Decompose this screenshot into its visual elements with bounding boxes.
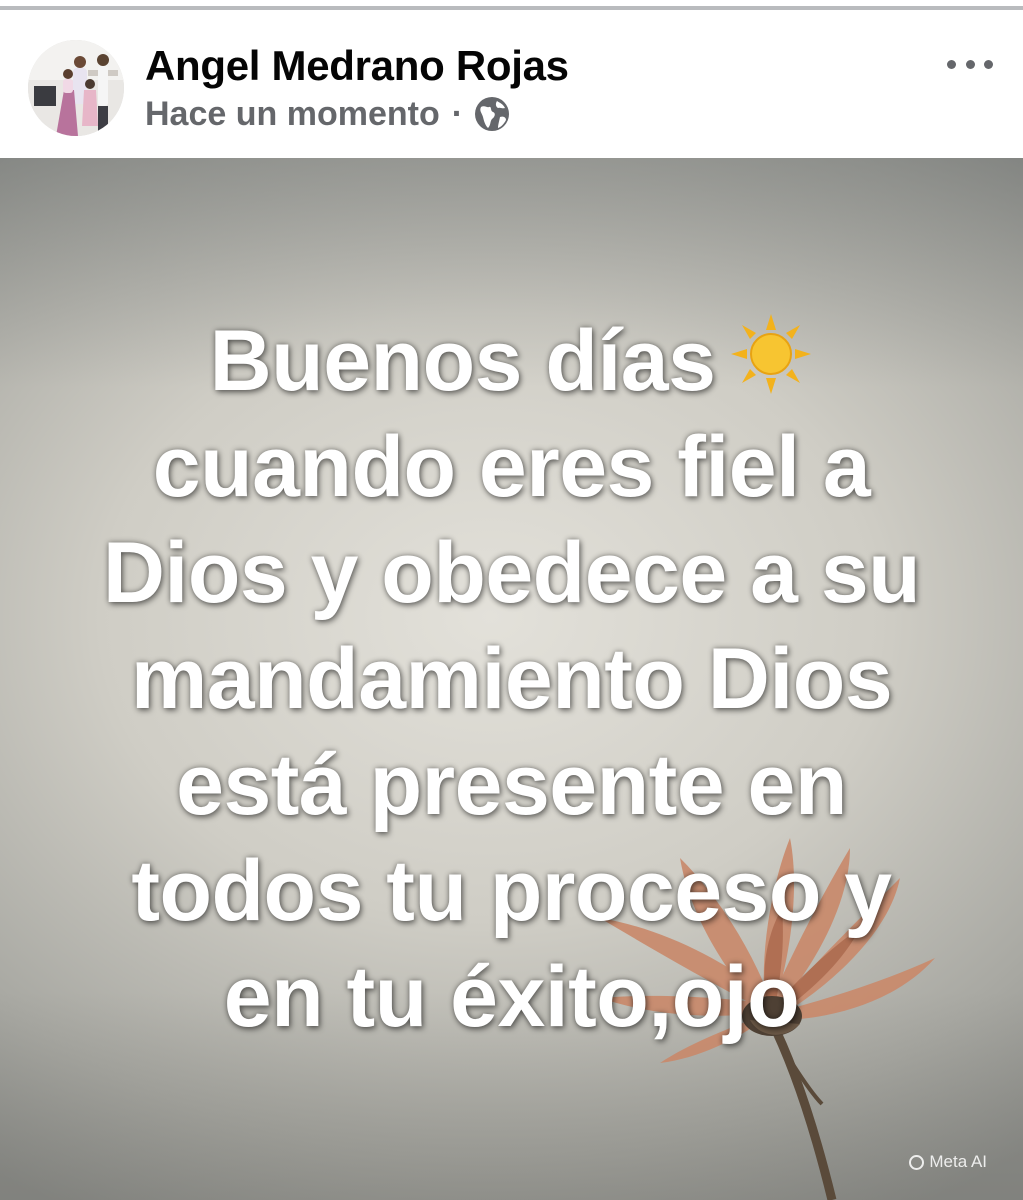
facebook-post: Angel Medrano Rojas Hace un momento · Bu… bbox=[0, 0, 1023, 1200]
quote-line: está presente en bbox=[176, 737, 847, 833]
meta-ai-ring-icon bbox=[909, 1154, 925, 1170]
post-header: Angel Medrano Rojas Hace un momento · bbox=[0, 10, 1023, 158]
quote-line: cuando eres fiel a bbox=[152, 419, 871, 515]
meta-ai-watermark: Meta AI bbox=[909, 1152, 987, 1172]
watermark-label: Meta AI bbox=[929, 1152, 987, 1171]
quote-line: mandamiento Dios bbox=[130, 631, 893, 727]
post-meta: Hace un momento · bbox=[145, 92, 511, 136]
sun-emoji-icon bbox=[729, 312, 813, 396]
more-horizontal-icon bbox=[947, 59, 956, 69]
post-timestamp[interactable]: Hace un momento bbox=[145, 95, 440, 134]
author-name[interactable]: Angel Medrano Rojas bbox=[145, 42, 569, 90]
meta-separator: · bbox=[451, 94, 464, 133]
quote-line: en tu éxito,ojo bbox=[223, 949, 800, 1045]
quote-text: Buenos días cuando eres fiel a Dios y ob… bbox=[60, 308, 963, 1050]
quote-line: Buenos días bbox=[60, 308, 963, 414]
quote-line: todos tu proceso y bbox=[131, 843, 892, 939]
post-image[interactable]: Buenos días cuando eres fiel a Dios y ob… bbox=[0, 158, 1023, 1200]
quote-line: Dios y obedece a su bbox=[102, 525, 921, 621]
author-avatar[interactable] bbox=[28, 40, 124, 136]
globe-icon[interactable] bbox=[473, 95, 511, 133]
more-options-button[interactable] bbox=[947, 52, 993, 76]
